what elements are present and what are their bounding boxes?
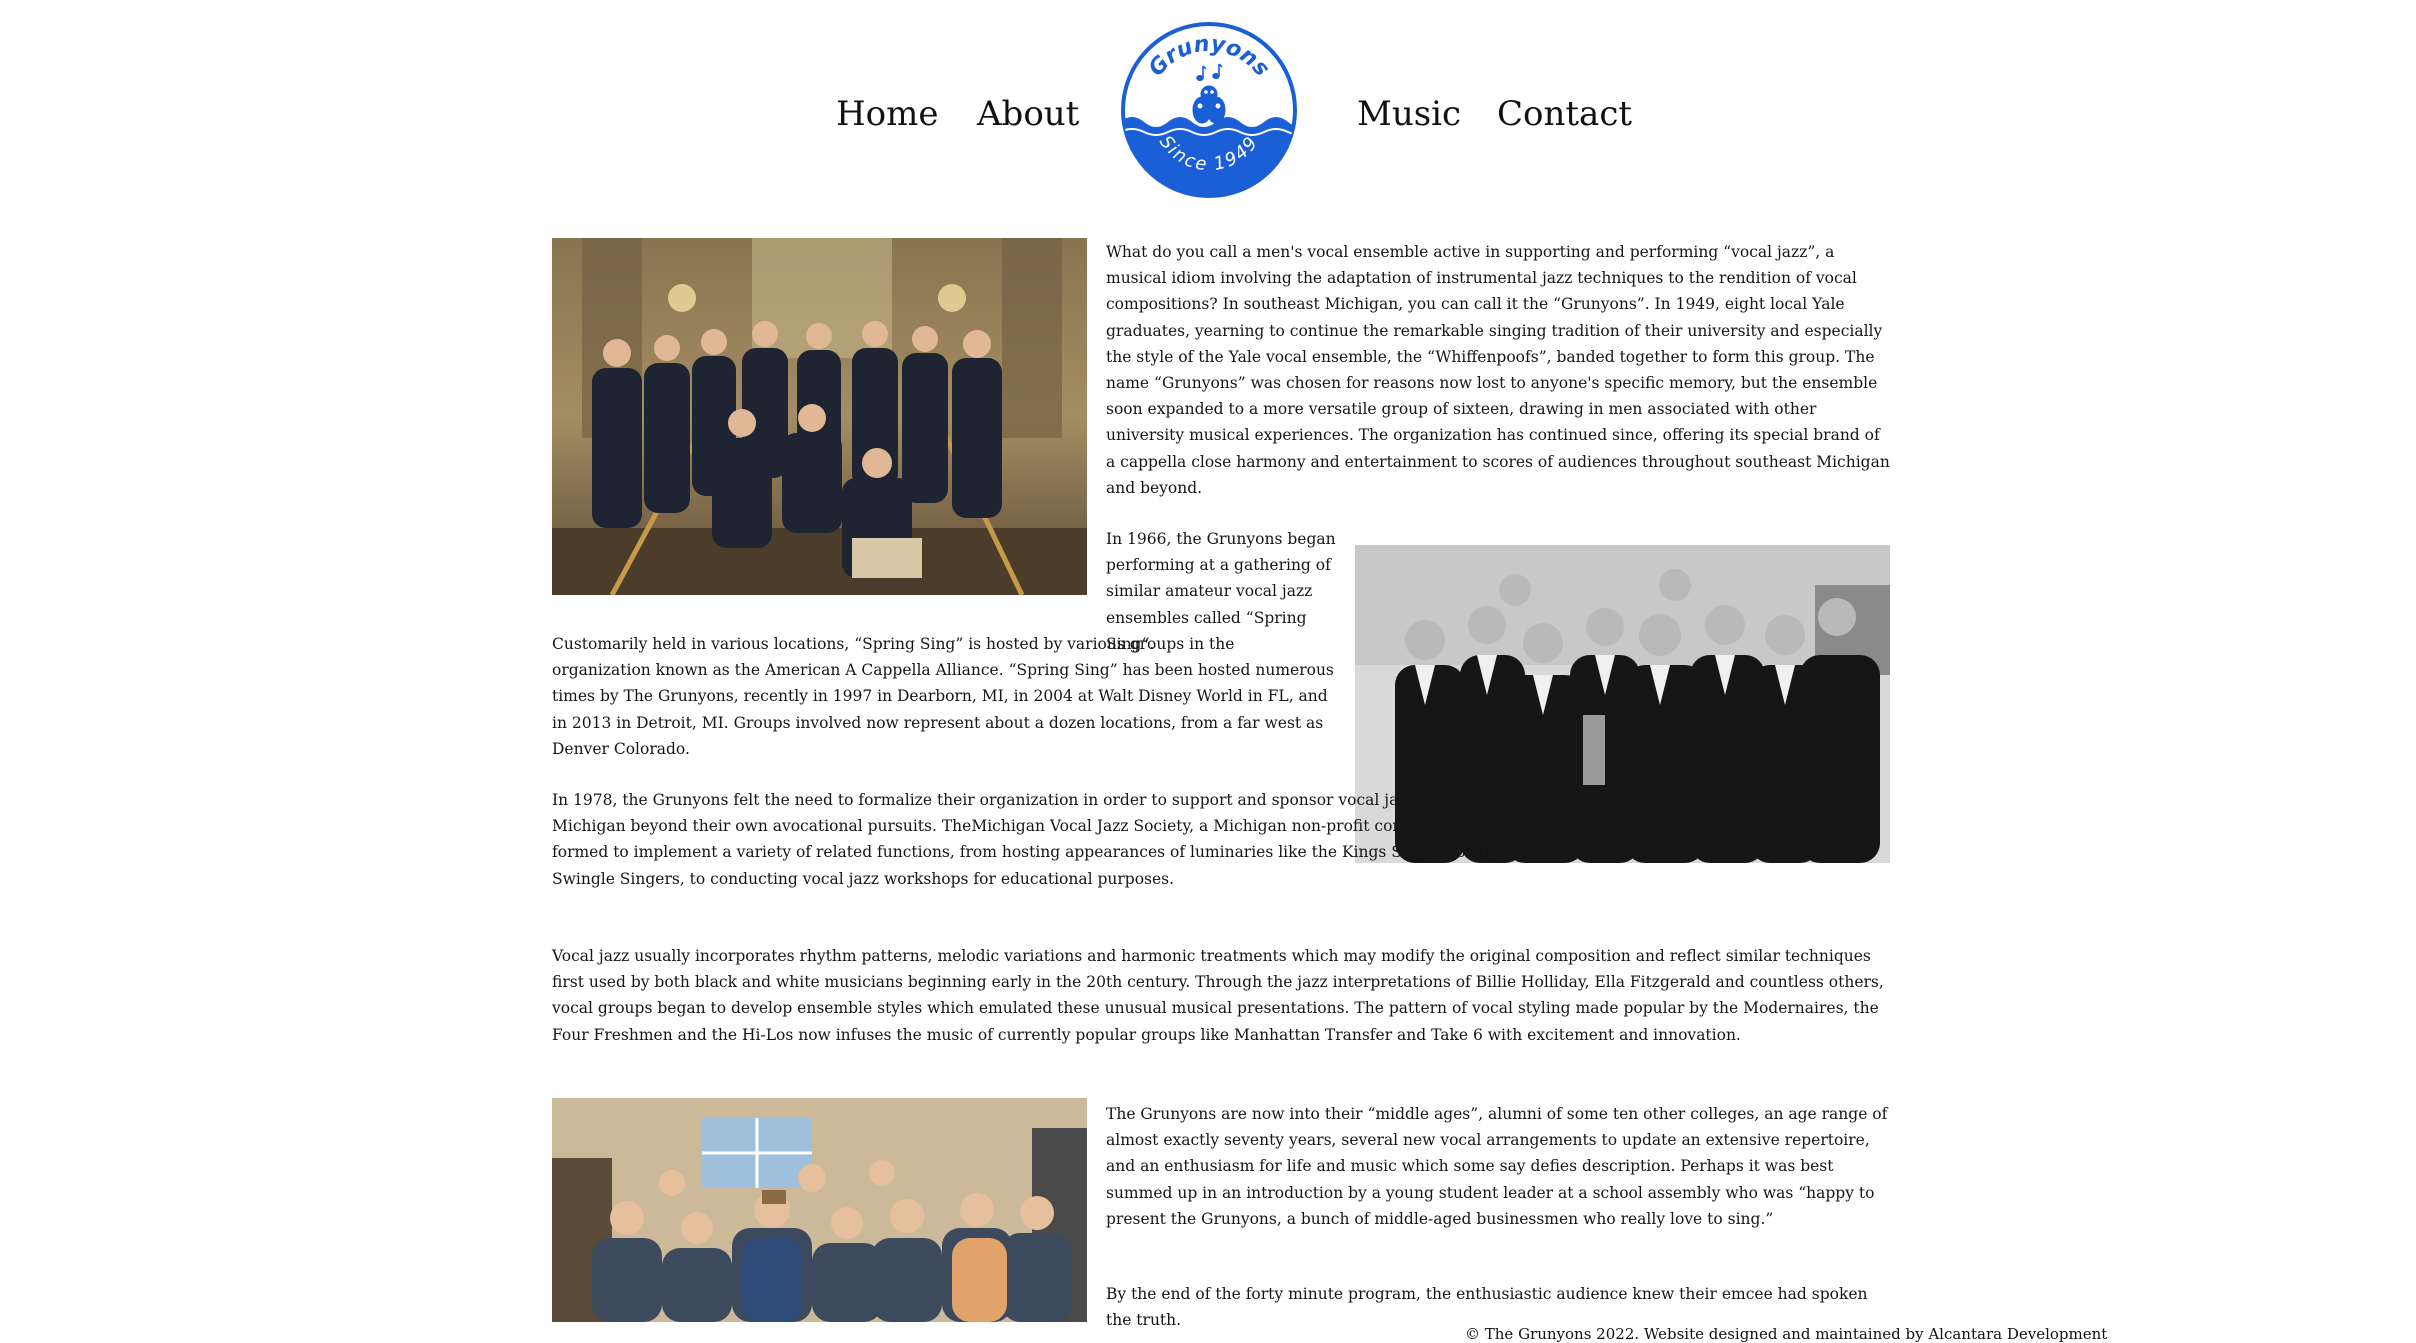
grunyons-logo[interactable]: Grunyons Since 1949: [1120, 20, 1298, 200]
middle-ages-paragraph: The Grunyons are now into their “middle …: [1106, 1105, 1888, 1228]
spring-sing-paragraph-rest: Customarily held in various locations, “…: [552, 635, 1334, 758]
nav-contact-link[interactable]: Contact: [1497, 92, 1632, 136]
nav-home-link[interactable]: Home: [836, 92, 938, 136]
footer-copyright: © The Grunyons 2022. Website designed an…: [1465, 1325, 2108, 1343]
vocal-jazz-history-paragraph: Vocal jazz usually incorporates rhythm p…: [552, 947, 1884, 1044]
intro-paragraph: What do you call a men's vocal ensemble …: [1106, 243, 1890, 497]
group-photo-chapel: [552, 238, 1087, 595]
nav-about-link[interactable]: About: [977, 92, 1079, 136]
vocal-jazz-society-paragraph: In 1978, the Grunyons felt the need to f…: [552, 791, 1511, 888]
party-group-photo: [552, 1098, 1087, 1322]
nav-music-link[interactable]: Music: [1357, 92, 1461, 136]
